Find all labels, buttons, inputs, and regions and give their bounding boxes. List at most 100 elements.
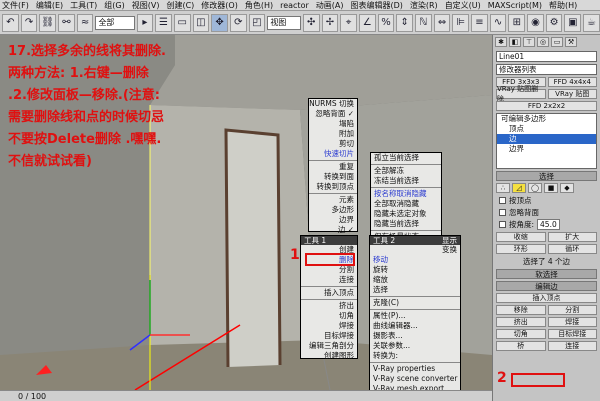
hierarchy-tab-icon[interactable]: ⊤ bbox=[523, 37, 535, 47]
quad-menu-item[interactable]: 元素 bbox=[309, 195, 357, 205]
quad-menu-item[interactable]: 快速切片 bbox=[309, 149, 357, 159]
quad-menu-item[interactable]: 转换为: bbox=[370, 351, 460, 361]
quad-menu-item[interactable]: 冻结当前选择 bbox=[371, 176, 441, 186]
angle-value[interactable]: 45.0 bbox=[537, 219, 560, 230]
link-icon[interactable]: ⛓ bbox=[39, 13, 57, 32]
vray-map-button[interactable]: VRay 贴图 bbox=[547, 89, 597, 99]
quad-menu-item[interactable]: 附加 bbox=[309, 129, 357, 139]
stack-item-border[interactable]: 边界 bbox=[497, 144, 596, 154]
quad-menu-item[interactable]: 插入顶点 bbox=[301, 288, 357, 298]
quad-menu-item[interactable]: 边界 bbox=[309, 215, 357, 225]
bridge-button[interactable]: 桥 bbox=[496, 341, 546, 351]
connect-button[interactable]: 连接 bbox=[547, 341, 597, 351]
curve-editor-icon[interactable]: ∿ bbox=[489, 13, 507, 32]
stack-item-editable-poly[interactable]: 可编辑多边形 bbox=[497, 114, 596, 124]
quad-menu-item[interactable]: 转换到顶点 bbox=[309, 182, 357, 192]
vray-map-delete-button[interactable]: VRay 贴图删除 bbox=[496, 85, 546, 103]
vertex-mode-icon[interactable]: ∴ bbox=[496, 183, 510, 193]
quad-menu-item[interactable]: 孤立当前选择 bbox=[371, 153, 441, 163]
quad-menu-item[interactable]: 焊接 bbox=[301, 321, 357, 331]
named-selection-icon[interactable]: ℕ bbox=[414, 13, 432, 32]
layer-manager-icon[interactable]: ≡ bbox=[471, 13, 488, 32]
quad-menu-item[interactable]: NURMS 切换 bbox=[309, 99, 357, 109]
modifier-list-dropdown[interactable]: 修改器列表 bbox=[496, 64, 597, 75]
schematic-view-icon[interactable]: ⊞ bbox=[508, 13, 526, 32]
stack-item-vertex[interactable]: 顶点 bbox=[497, 124, 596, 134]
quad-menu-item[interactable]: 曲线编辑器... bbox=[370, 321, 460, 331]
quad-menu-item[interactable]: 关联参数... bbox=[370, 341, 460, 351]
quad-menu-item[interactable]: 分割 bbox=[301, 265, 357, 275]
motion-tab-icon[interactable]: ◎ bbox=[537, 37, 549, 47]
menu-item[interactable]: reactor bbox=[280, 1, 309, 10]
quad-menu-item[interactable]: 旋转 bbox=[370, 265, 460, 275]
edge-mode-icon[interactable]: ◿ bbox=[512, 183, 526, 193]
rect-selection-icon[interactable]: ▭ bbox=[173, 13, 191, 32]
render-frame-icon[interactable]: ▣ bbox=[564, 13, 582, 32]
selection-rollout[interactable]: 选择 bbox=[496, 171, 597, 181]
quad-menu-item[interactable]: 创建图形 bbox=[301, 351, 357, 361]
move-icon[interactable]: ✥ bbox=[211, 13, 228, 32]
menu-item[interactable]: 图表编辑器(D) bbox=[350, 0, 402, 11]
menu-item[interactable]: 帮助(H) bbox=[549, 0, 577, 11]
quad-menu-item[interactable]: 转换到面 bbox=[309, 172, 357, 182]
quad-menu-item[interactable]: 目标焊接 bbox=[301, 331, 357, 341]
border-mode-icon[interactable]: ◯ bbox=[528, 183, 542, 193]
quad-menu-item[interactable]: V-Ray scene converter bbox=[370, 374, 460, 384]
scale-icon[interactable]: ◰ bbox=[248, 13, 266, 32]
quad-menu-item[interactable]: 多边形 bbox=[309, 205, 357, 215]
render-setup-icon[interactable]: ⚙ bbox=[545, 13, 563, 32]
quad-menu-item[interactable]: 忽略背面 ✓ bbox=[309, 109, 357, 119]
reference-coordinate-dropdown[interactable]: 视图 bbox=[267, 15, 301, 30]
soft-selection-rollout[interactable]: 软选择 bbox=[496, 269, 597, 279]
modify-tab-icon[interactable]: ◧ bbox=[509, 37, 521, 47]
weld-button[interactable]: 焊接 bbox=[547, 317, 597, 327]
quad-menu-item[interactable]: 属性(P)... bbox=[370, 311, 460, 321]
snap-icon[interactable]: ⌖ bbox=[340, 13, 357, 32]
percent-snap-icon[interactable]: % bbox=[377, 13, 395, 32]
mirror-icon[interactable]: ⇔ bbox=[433, 13, 451, 32]
material-editor-icon[interactable]: ◉ bbox=[527, 13, 544, 32]
quad-menu-item[interactable]: 选择 bbox=[370, 285, 460, 295]
angle-snap-icon[interactable]: ∠ bbox=[358, 13, 376, 32]
select-manipulate-icon[interactable]: ✢ bbox=[321, 13, 339, 32]
quad-menu-item[interactable]: 全部取消隐藏 bbox=[371, 199, 441, 209]
polygon-mode-icon[interactable]: ■ bbox=[544, 183, 558, 193]
extrude-button[interactable]: 挤出 bbox=[496, 317, 546, 327]
menu-item[interactable]: 工具(T) bbox=[70, 0, 97, 11]
remove-button[interactable]: 移除 bbox=[496, 305, 546, 315]
create-tab-icon[interactable]: ✱ bbox=[495, 37, 507, 47]
quad-menu-item[interactable]: V-Ray properties bbox=[370, 364, 460, 374]
unlink-icon[interactable]: ⚯ bbox=[58, 13, 75, 32]
edit-edges-rollout[interactable]: 编辑边 bbox=[496, 281, 597, 291]
redo-icon[interactable]: ↷ bbox=[20, 13, 38, 32]
quad-menu-item[interactable]: 克隆(C) bbox=[370, 298, 460, 308]
bind-spacewarp-icon[interactable]: ≈ bbox=[76, 13, 94, 32]
quad-menu-item[interactable]: 剪切 bbox=[309, 139, 357, 149]
menu-item[interactable]: 组(G) bbox=[104, 0, 124, 11]
quad-menu-item[interactable]: 摄影表... bbox=[370, 331, 460, 341]
undo-icon[interactable]: ↶ bbox=[2, 13, 19, 32]
grow-button[interactable]: 扩大 bbox=[547, 232, 597, 242]
menu-item[interactable]: MAXScript(M) bbox=[488, 1, 542, 10]
quad-menu-item[interactable]: 移动 bbox=[370, 255, 460, 265]
object-name-field[interactable]: Line01 bbox=[496, 51, 597, 62]
rotate-icon[interactable]: ⟳ bbox=[229, 13, 247, 32]
spinner-snap-icon[interactable]: ⇕ bbox=[396, 13, 413, 32]
select-object-icon[interactable]: ▸ bbox=[136, 13, 154, 32]
utilities-tab-icon[interactable]: ⚒ bbox=[565, 37, 577, 47]
stack-item-edge[interactable]: 边 bbox=[497, 134, 596, 144]
insert-vertex-button[interactable]: 插入顶点 bbox=[496, 293, 597, 303]
shrink-button[interactable]: 收缩 bbox=[496, 232, 546, 242]
ring-button[interactable]: 环形 bbox=[496, 244, 546, 254]
menu-item[interactable]: 自定义(U) bbox=[445, 0, 481, 11]
quad-menu-item[interactable]: 连接 bbox=[301, 275, 357, 285]
target-weld-button[interactable]: 目标焊接 bbox=[547, 329, 597, 339]
menu-item[interactable]: 编辑(E) bbox=[36, 0, 63, 11]
perspective-viewport[interactable]: 17.选择多余的线将其删除.两种方法: 1.右键—删除 .2.修改面板—移除.(… bbox=[0, 35, 492, 390]
by-angle-checkbox[interactable]: 按角度: 45.0 bbox=[499, 219, 594, 230]
menu-item[interactable]: 渲染(R) bbox=[410, 0, 438, 11]
time-slider[interactable]: 0 / 100 bbox=[0, 390, 492, 401]
menu-item[interactable]: 角色(H) bbox=[245, 0, 273, 11]
ignore-backface-checkbox[interactable]: 忽略背面 bbox=[499, 207, 594, 218]
quad-menu-item[interactable]: 边 ✓ bbox=[309, 225, 357, 235]
